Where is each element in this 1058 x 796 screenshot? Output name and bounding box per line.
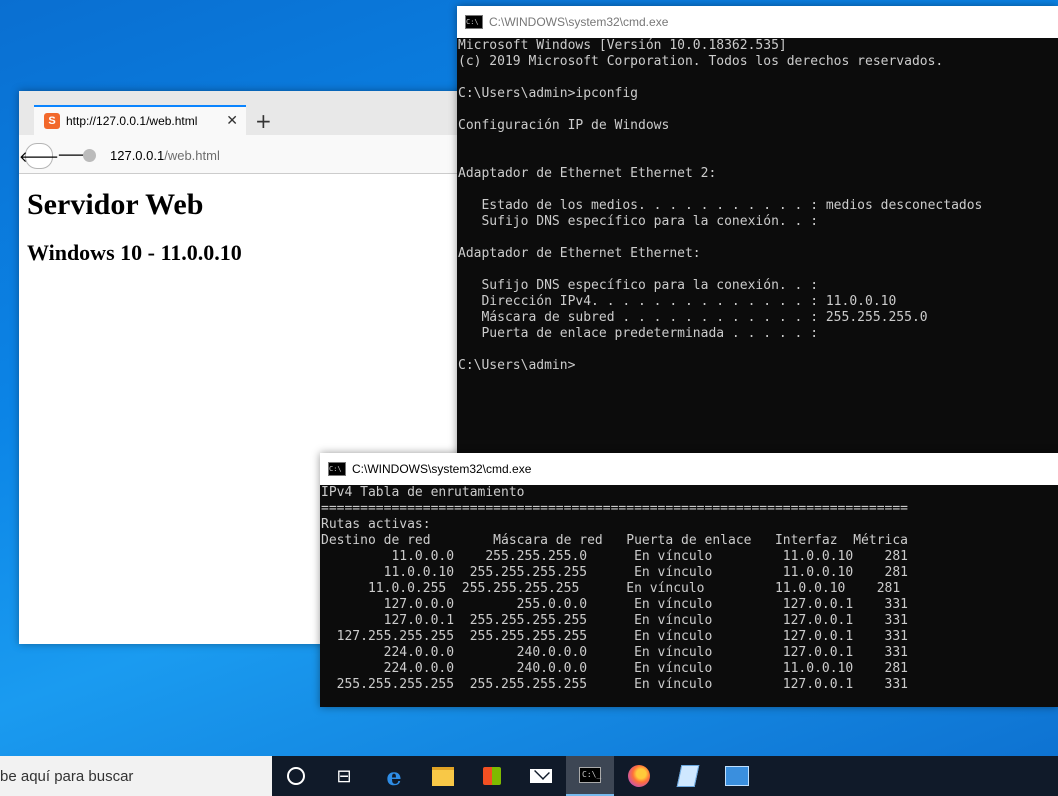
cmd-line: 11.0.0.10 255.255.255.255 En vínculo 11.… xyxy=(321,565,908,580)
firefox-icon xyxy=(628,765,650,787)
browser-tab-bar: S http://127.0.0.1/web.html ✕ + xyxy=(19,91,479,135)
cmd-line: C:\Users\admin>ipconfig xyxy=(458,86,639,101)
cmd-line: Configuración IP de Windows xyxy=(458,118,670,133)
network-app-icon xyxy=(725,766,749,786)
store-icon xyxy=(483,767,501,785)
cmd-taskbar-button[interactable]: C:\_ xyxy=(566,756,614,796)
cmd-line: 127.0.0.1 255.255.255.255 En vínculo 127… xyxy=(321,613,908,628)
close-tab-icon[interactable]: ✕ xyxy=(226,112,238,129)
cmd-line: 11.0.0.0 255.255.255.0 En vínculo 11.0.0… xyxy=(321,549,908,564)
cortana-button[interactable] xyxy=(272,756,320,796)
cmd-line: Sufijo DNS específico para la conexión. … xyxy=(458,278,819,293)
cmd-line: 224.0.0.0 240.0.0.0 En vínculo 11.0.0.10… xyxy=(321,661,908,676)
firefox-taskbar-button[interactable] xyxy=(615,756,663,796)
xampp-favicon-icon: S xyxy=(44,113,60,129)
edge-icon: e xyxy=(386,761,402,791)
taskbar: be aquí para buscar ⊟ e C:\_ xyxy=(0,756,1058,796)
cmd-line: 11.0.0.255 255.255.255.255 En vínculo 11… xyxy=(321,581,901,596)
back-button[interactable]: 🡐 xyxy=(19,143,59,169)
cmd-line: C:\Users\admin> xyxy=(458,358,576,373)
cmd-window-ipconfig[interactable]: C:\ C:\WINDOWS\system32\cmd.exe Microsof… xyxy=(457,6,1058,456)
store-taskbar-button[interactable] xyxy=(468,756,516,796)
url-host: 127.0.0.1 xyxy=(110,147,165,163)
task-view-icon: ⊟ xyxy=(336,765,352,787)
search-placeholder: be aquí para buscar xyxy=(0,767,134,785)
cortana-circle-icon xyxy=(287,767,305,785)
cmd-line: IPv4 Tabla de enrutamiento xyxy=(321,485,525,500)
cmd-icon: C:\ xyxy=(465,15,483,29)
cmd-line: Estado de los medios. . . . . . . . . . … xyxy=(458,198,983,213)
cmd-icon: C:\ xyxy=(328,462,346,476)
notepad-taskbar-button[interactable] xyxy=(664,756,712,796)
cmd-line: 127.0.0.0 255.0.0.0 En vínculo 127.0.0.1… xyxy=(321,597,908,612)
task-view-button[interactable]: ⊟ xyxy=(320,756,368,796)
cmd-line: Puerta de enlace predeterminada . . . . … xyxy=(458,326,819,341)
address-bar[interactable]: 127.0.0.1/web.html xyxy=(83,143,479,167)
url-path: /web.html xyxy=(164,147,220,163)
network-taskbar-button[interactable] xyxy=(713,756,761,796)
new-tab-button[interactable]: + xyxy=(255,109,272,133)
page-content: Servidor Web Windows 10 - 11.0.0.10 xyxy=(19,174,479,272)
cmd-taskbar-icon: C:\_ xyxy=(579,767,601,783)
cmd-line: Sufijo DNS específico para la conexión. … xyxy=(458,214,819,229)
taskbar-search-box[interactable]: be aquí para buscar xyxy=(0,756,272,796)
cmd-line: Máscara de subred . . . . . . . . . . . … xyxy=(458,310,928,325)
cmd-output[interactable]: Microsoft Windows [Versión 10.0.18362.53… xyxy=(457,38,1058,374)
cmd-title-bar[interactable]: C:\ C:\WINDOWS\system32\cmd.exe xyxy=(457,6,1058,38)
cmd-line: 127.255.255.255 255.255.255.255 En víncu… xyxy=(321,629,908,644)
cmd-line: Dirección IPv4. . . . . . . . . . . . . … xyxy=(458,294,897,309)
globe-icon xyxy=(83,148,96,162)
cmd-line: (c) 2019 Microsoft Corporation. Todos lo… xyxy=(458,54,944,69)
cmd-line: 224.0.0.0 240.0.0.0 En vínculo 127.0.0.1… xyxy=(321,645,908,660)
cmd-line: Microsoft Windows [Versión 10.0.18362.53… xyxy=(458,38,787,53)
cmd-line: Rutas activas: xyxy=(321,517,431,532)
page-subheading: Windows 10 - 11.0.0.10 xyxy=(27,240,242,265)
cmd-line: Adaptador de Ethernet Ethernet: xyxy=(458,246,701,261)
mail-taskbar-button[interactable] xyxy=(517,756,565,796)
edge-taskbar-button[interactable]: e xyxy=(370,756,418,796)
page-heading: Servidor Web xyxy=(27,188,204,221)
cmd-window-route[interactable]: C:\ C:\WINDOWS\system32\cmd.exe IPv4 Tab… xyxy=(320,453,1058,707)
browser-nav-bar: 🡐 🡒 127.0.0.1/web.html xyxy=(19,135,479,174)
cmd-line: ========================================… xyxy=(321,501,908,516)
file-explorer-taskbar-button[interactable] xyxy=(419,756,467,796)
notepad-icon xyxy=(676,765,700,787)
cmd-title: C:\WINDOWS\system32\cmd.exe xyxy=(489,15,669,29)
tab-title: http://127.0.0.1/web.html xyxy=(66,114,198,128)
mail-icon xyxy=(530,769,552,783)
cmd-title-bar[interactable]: C:\ C:\WINDOWS\system32\cmd.exe xyxy=(320,453,1058,485)
cmd-line: 255.255.255.255 255.255.255.255 En víncu… xyxy=(321,677,908,692)
cmd-output[interactable]: IPv4 Tabla de enrutamiento =============… xyxy=(320,485,1058,693)
cmd-title: C:\WINDOWS\system32\cmd.exe xyxy=(352,462,532,476)
folder-icon xyxy=(432,766,454,786)
cmd-line: Adaptador de Ethernet Ethernet 2: xyxy=(458,166,717,181)
cmd-line: Destino de red Máscara de red Puerta de … xyxy=(321,533,908,548)
browser-tab[interactable]: S http://127.0.0.1/web.html ✕ xyxy=(34,105,246,135)
